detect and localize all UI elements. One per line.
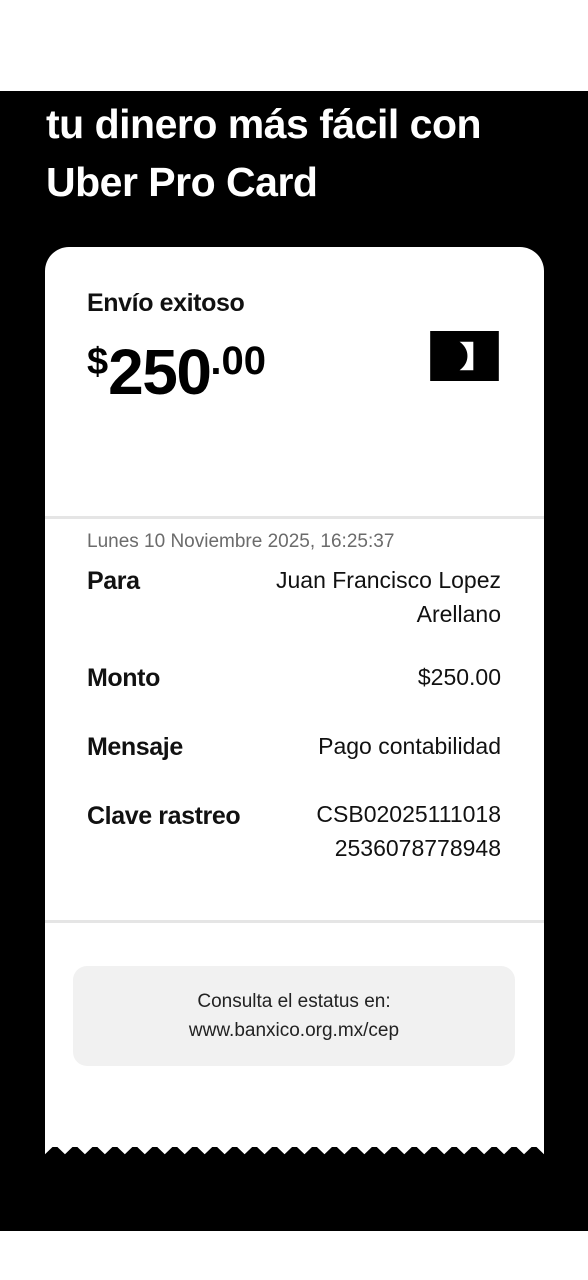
para-value-line-2: Arellano <box>416 601 501 627</box>
brand-logo-icon <box>430 331 499 381</box>
clave-value-line-1: CSB02025111018 <box>316 801 501 827</box>
transfer-amount: $250.00 <box>87 335 266 409</box>
amount-integer: 250 <box>108 336 212 408</box>
para-value-line-1: Juan Francisco Lopez <box>275 567 501 593</box>
amount-currency: $ <box>87 341 109 383</box>
mensaje-label: Mensaje <box>87 733 183 761</box>
transfer-receipt-card: Envío exitoso $250.00 Lunes 10 Noviembre… <box>45 247 544 1147</box>
headline-line-2: Uber Pro Card <box>46 159 318 205</box>
monto-value: $250.00 <box>417 664 501 690</box>
monto-label: Monto <box>87 664 160 692</box>
divider-bottom <box>45 920 544 923</box>
headline-line-1: tu dinero más fácil con <box>46 101 482 147</box>
mensaje-value: Pago contabilidad <box>318 733 501 759</box>
transfer-datetime: Lunes 10 Noviembre 2025, 16:25:37 <box>87 531 395 552</box>
banxico-link[interactable]: www.banxico.org.mx/cep <box>73 1016 515 1045</box>
receipt-torn-edge <box>45 1143 544 1155</box>
clave-value-line-2: 2536078778948 <box>334 835 501 861</box>
status-info-box: Consulta el estatus en: www.banxico.org.… <box>73 966 515 1066</box>
clave-rastreo-value: CSB02025111018 2536078778948 <box>201 797 501 865</box>
top-blank-area <box>0 0 588 91</box>
divider-top <box>45 516 544 519</box>
status-title: Envío exitoso <box>87 289 245 317</box>
amount-decimal: .00 <box>210 339 267 383</box>
para-value: Juan Francisco Lopez Arellano <box>201 563 501 631</box>
para-label: Para <box>87 567 140 595</box>
bottom-blank-area <box>0 1231 588 1280</box>
info-text: Consulta el estatus en: <box>197 991 391 1012</box>
